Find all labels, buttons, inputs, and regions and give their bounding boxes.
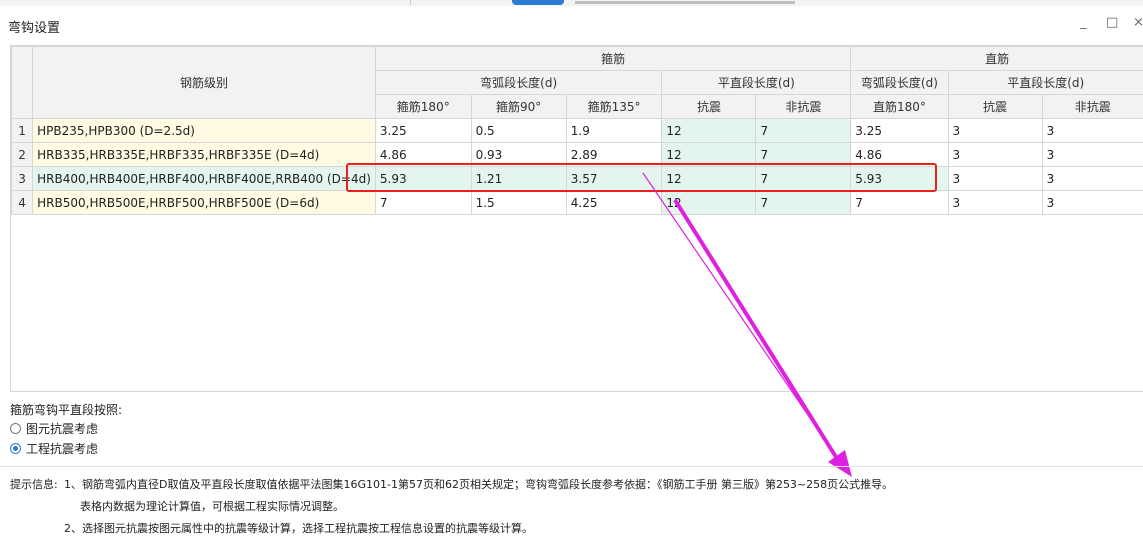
cell-value[interactable]: 3: [1041, 118, 1143, 143]
title-bar: 弯钩设置 _ □ ×: [0, 6, 1143, 40]
cell-value[interactable]: 12: [661, 118, 757, 143]
header-stirrup: 箍筋: [374, 46, 852, 71]
hook-option-title: 箍筋弯钩平直段按照:: [10, 403, 123, 417]
arrow-head: [828, 450, 852, 477]
cell-value[interactable]: 1.21: [470, 166, 567, 191]
cell-level[interactable]: HRB400,HRB400E,HRBF400,HRBF400E,RRB400 (…: [32, 166, 376, 191]
col-stirrup180: 箍筋180°: [374, 94, 472, 119]
header-arc-straight: 弯弧段长度(d): [850, 70, 949, 95]
table-row[interactable]: 2 HRB335,HRB335E,HRBF335,HRBF335E (D=4d)…: [10, 142, 1143, 167]
hook-table: 钢筋级别 箍筋 直筋 弯弧段长度(d) 平直段长度(d) 弯弧段长度(d) 平直…: [10, 46, 1143, 215]
cell-value[interactable]: 12: [661, 190, 757, 215]
hook-settings-grid: 钢筋级别 箍筋 直筋 弯弧段长度(d) 平直段长度(d) 弯弧段长度(d) 平直…: [10, 45, 1143, 392]
strip-bar: [575, 1, 795, 4]
col-stirrup135: 箍筋135°: [565, 94, 663, 119]
cell-level[interactable]: HRB335,HRB335E,HRBF335,HRBF335E (D=4d): [32, 142, 376, 167]
radio-label: 工程抗震考虑: [26, 442, 99, 456]
cell-value[interactable]: 1.9: [565, 118, 663, 143]
cell-value[interactable]: 3.57: [565, 166, 663, 191]
radio-circle-selected[interactable]: [10, 443, 21, 454]
divider: [0, 466, 1143, 467]
cell-value[interactable]: 3: [947, 190, 1043, 215]
hint-line-1: 1、钢筋弯弧内直径D取值及平直段长度取值依据平法图集16G101-1第57页和6…: [64, 478, 894, 491]
col-straight180: 直筋180°: [850, 94, 949, 119]
table-row[interactable]: 4 HRB500,HRB500E,HRBF500,HRBF500E (D=6d)…: [10, 190, 1143, 215]
close-icon[interactable]: ×: [1133, 15, 1143, 30]
cell-value[interactable]: 3: [1041, 142, 1143, 167]
cell-value[interactable]: 0.93: [470, 142, 567, 167]
cell-value[interactable]: 5.93: [374, 166, 472, 191]
cell-value[interactable]: 7: [374, 190, 472, 215]
strip-active-tab: [512, 0, 564, 5]
cell-value[interactable]: 1.5: [470, 190, 567, 215]
row-number: 3: [10, 166, 34, 191]
window-title: 弯钩设置: [8, 21, 61, 36]
radio-project-seismic[interactable]: 工程抗震考虑: [10, 440, 98, 457]
row-number: 4: [10, 190, 34, 215]
hint-line-3: 2、选择图元抗震按图元属性中的抗震等级计算，选择工程抗震按工程信息设置的抗震等级…: [64, 522, 533, 535]
radio-element-seismic[interactable]: 图元抗震考虑: [10, 420, 98, 437]
cell-value[interactable]: 4.86: [374, 142, 472, 167]
col-seismic: 抗震: [947, 94, 1043, 119]
col-nonseismic: 非抗震: [1041, 94, 1143, 119]
strip-segment: [0, 0, 411, 5]
col-stirrup90: 箍筋90°: [470, 94, 567, 119]
cell-value[interactable]: 7: [850, 190, 949, 215]
cell-value[interactable]: 12: [661, 142, 757, 167]
corner-cell: [10, 46, 34, 119]
cell-value[interactable]: 7: [755, 142, 852, 167]
cell-value[interactable]: 2.89: [565, 142, 663, 167]
cell-value[interactable]: 3: [947, 166, 1043, 191]
header-arc-stirrup: 弯弧段长度(d): [374, 70, 663, 95]
header-straight: 直筋: [850, 46, 1143, 71]
cell-value[interactable]: 4.86: [850, 142, 949, 167]
cell-level[interactable]: HRB500,HRB500E,HRBF500,HRBF500E (D=6d): [32, 190, 376, 215]
cell-value[interactable]: 12: [661, 166, 757, 191]
cell-value[interactable]: 3: [947, 142, 1043, 167]
cell-value[interactable]: 7: [755, 118, 852, 143]
cell-value[interactable]: 3: [1041, 190, 1143, 215]
header-flat-stirrup: 平直段长度(d): [661, 70, 852, 95]
hint-line-2: 表格内数据为理论计算值，可根据工程实际情况调整。: [80, 500, 344, 513]
maximize-icon[interactable]: □: [1106, 15, 1118, 30]
cell-value[interactable]: 5.93: [850, 166, 949, 191]
cell-value[interactable]: 4.25: [565, 190, 663, 215]
cell-value[interactable]: 7: [755, 166, 852, 191]
header-level: 钢筋级别: [32, 46, 376, 119]
radio-label: 图元抗震考虑: [26, 422, 99, 436]
cell-value[interactable]: 3: [947, 118, 1043, 143]
row-number: 1: [10, 118, 34, 143]
row-number: 2: [10, 142, 34, 167]
col-nonseismic: 非抗震: [755, 94, 852, 119]
cell-value[interactable]: 0.5: [470, 118, 567, 143]
cell-value[interactable]: 3.25: [374, 118, 472, 143]
table-row-selected[interactable]: 3 HRB400,HRB400E,HRBF400,HRBF400E,RRB400…: [10, 166, 1143, 191]
table-row[interactable]: 1 HPB235,HPB300 (D=2.5d) 3.25 0.5 1.9 12…: [10, 118, 1143, 143]
col-seismic: 抗震: [661, 94, 757, 119]
radio-circle[interactable]: [10, 423, 21, 434]
cell-value[interactable]: 7: [755, 190, 852, 215]
hint-label: 提示信息:: [10, 478, 58, 491]
cell-value[interactable]: 3: [1041, 166, 1143, 191]
cell-level[interactable]: HPB235,HPB300 (D=2.5d): [32, 118, 376, 143]
header-flat-straight: 平直段长度(d): [947, 70, 1143, 95]
cell-value[interactable]: 3.25: [850, 118, 949, 143]
minimize-icon[interactable]: _: [1080, 15, 1087, 30]
